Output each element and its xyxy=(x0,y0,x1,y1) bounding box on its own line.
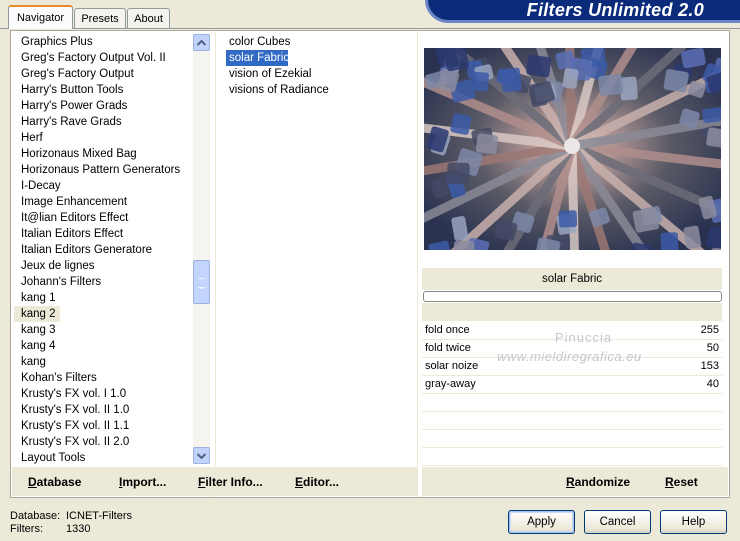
editor-button[interactable]: Editor... xyxy=(295,475,339,489)
app-banner: Filters Unlimited 2.0 xyxy=(428,0,740,20)
tab-about[interactable]: About xyxy=(127,8,170,28)
tab-presets[interactable]: Presets xyxy=(74,8,126,28)
category-item[interactable]: Kohan's Filters xyxy=(14,370,192,386)
category-item[interactable]: Krusty's FX vol. II 1.0 xyxy=(14,402,192,418)
chevron-down-icon xyxy=(197,452,206,459)
watermark-url: www.mieldiregrafica.eu xyxy=(497,349,642,364)
param-row[interactable]: gray-away 40 xyxy=(422,376,722,394)
column-divider xyxy=(215,31,216,497)
category-item[interactable]: Johann's Filters xyxy=(14,274,192,290)
empty-parameter-rows xyxy=(422,394,722,466)
param-value[interactable]: 255 xyxy=(701,324,719,336)
tab-strip-line xyxy=(0,28,740,29)
scroll-down-button[interactable] xyxy=(193,447,210,464)
param-label: gray-away xyxy=(425,378,476,390)
filter-list[interactable]: color Cubes solar Fabric vision of Ezekial… xyxy=(226,34,406,98)
category-item[interactable]: Krusty's FX vol. II 2.0 xyxy=(14,434,192,450)
category-item[interactable]: Italian Editors Effect xyxy=(14,226,192,242)
progress-bar xyxy=(423,291,722,302)
right-toolbar: Randomize Reset xyxy=(422,466,728,496)
param-label: fold once xyxy=(425,324,470,336)
param-value[interactable]: 153 xyxy=(701,360,719,372)
category-item[interactable]: kang xyxy=(14,354,192,370)
category-item[interactable]: Harry's Power Grads xyxy=(14,98,192,114)
param-label: solar noize xyxy=(425,360,479,372)
watermark-name: Pinuccia xyxy=(555,330,613,345)
cancel-button[interactable]: Cancel xyxy=(584,510,651,534)
category-item[interactable]: Krusty's FX vol. II 1.1 xyxy=(14,418,192,434)
filters-status: Filters: 1330 xyxy=(10,523,90,535)
category-item[interactable]: kang 1 xyxy=(14,290,192,306)
category-item[interactable]: Herf xyxy=(14,130,192,146)
category-item[interactable]: Greg's Factory Output Vol. II xyxy=(14,50,192,66)
param-label: fold twice xyxy=(425,342,471,354)
category-item[interactable]: Horizonaus Pattern Generators xyxy=(14,162,192,178)
category-item[interactable]: Harry's Button Tools xyxy=(14,82,192,98)
database-value: ICNET-Filters xyxy=(66,510,132,522)
database-button[interactable]: Database xyxy=(28,475,81,489)
randomize-button[interactable]: Randomize xyxy=(566,475,630,489)
param-value[interactable]: 40 xyxy=(707,378,719,390)
category-item[interactable]: Layout Tools xyxy=(14,450,192,464)
reset-button[interactable]: Reset xyxy=(665,475,698,489)
filters-label: Filters: xyxy=(10,523,43,535)
category-item[interactable]: I-Decay xyxy=(14,178,192,194)
category-item[interactable]: kang 4 xyxy=(14,338,192,354)
left-toolbar: Database Import... Filter Info... Editor… xyxy=(12,466,418,496)
filter-info-button[interactable]: Filter Info... xyxy=(198,475,263,489)
preview-image xyxy=(424,48,721,250)
tab-navigator[interactable]: Navigator xyxy=(8,5,73,29)
filter-item[interactable]: color Cubes xyxy=(226,34,406,50)
column-divider xyxy=(417,31,418,497)
database-status: Database: ICNET-Filters xyxy=(10,510,132,522)
category-scrollbar[interactable] xyxy=(193,34,210,464)
category-item[interactable]: Image Enhancement xyxy=(14,194,192,210)
category-item[interactable]: Harry's Rave Grads xyxy=(14,114,192,130)
category-item[interactable]: It@lian Editors Effect xyxy=(14,210,192,226)
category-item[interactable]: Jeux de lignes xyxy=(14,258,192,274)
filter-item[interactable]: vision of Ezekial xyxy=(226,66,406,82)
help-button[interactable]: Help xyxy=(660,510,727,534)
param-value[interactable]: 50 xyxy=(707,342,719,354)
category-item[interactable]: Krusty's FX vol. I 1.0 xyxy=(14,386,192,402)
filter-item[interactable]: solar Fabric xyxy=(226,50,289,66)
spacer xyxy=(422,303,722,321)
category-item[interactable]: kang 2 xyxy=(14,306,60,322)
database-label: Database: xyxy=(10,510,61,522)
apply-button[interactable]: Apply xyxy=(508,510,575,534)
chevron-up-icon xyxy=(197,39,206,46)
category-item[interactable]: Horizonaus Mixed Bag xyxy=(14,146,192,162)
category-item[interactable]: Italian Editors Generatore xyxy=(14,242,192,258)
scroll-thumb[interactable] xyxy=(193,260,210,304)
category-item[interactable]: Greg's Factory Output xyxy=(14,66,192,82)
category-item[interactable]: kang 3 xyxy=(14,322,192,338)
filter-title: solar Fabric xyxy=(422,268,722,290)
category-list[interactable]: Graphics Plus Greg's Factory Output Vol. … xyxy=(14,34,192,464)
import-button[interactable]: Import... xyxy=(119,475,166,489)
category-item[interactable]: Graphics Plus xyxy=(14,34,192,50)
filter-item[interactable]: visions of Radiance xyxy=(226,82,406,98)
scroll-up-button[interactable] xyxy=(193,34,210,51)
filters-count: 1330 xyxy=(66,523,91,535)
